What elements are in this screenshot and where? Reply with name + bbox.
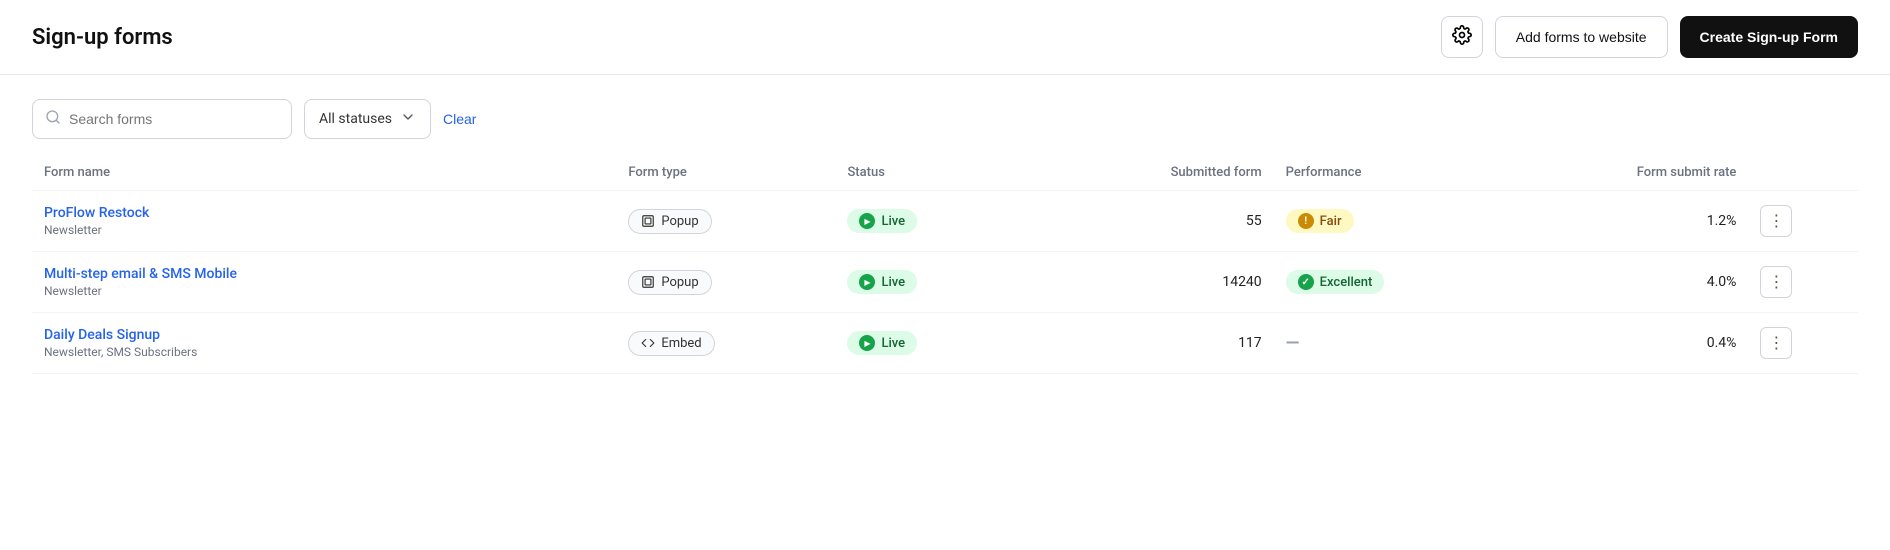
status-cell: ▶ Live bbox=[835, 191, 1036, 252]
table-row: Daily Deals Signup Newsletter, SMS Subsc… bbox=[32, 313, 1858, 374]
performance-cell: ✓Excellent bbox=[1274, 252, 1530, 313]
form-type-cell: Embed bbox=[616, 313, 835, 374]
perf-icon: ! bbox=[1298, 213, 1314, 229]
status-cell: ▶ Live bbox=[835, 252, 1036, 313]
performance-cell: !Fair bbox=[1274, 191, 1530, 252]
col-header-status: Status bbox=[835, 155, 1036, 191]
submitted-cell: 14240 bbox=[1036, 252, 1273, 313]
create-form-button[interactable]: Create Sign-up Form bbox=[1680, 16, 1858, 58]
form-name-cell: Daily Deals Signup Newsletter, SMS Subsc… bbox=[32, 313, 616, 374]
more-options-button[interactable]: ⋮ bbox=[1760, 327, 1792, 359]
perf-icon: ✓ bbox=[1298, 274, 1314, 290]
form-name-link[interactable]: Daily Deals Signup bbox=[44, 327, 160, 343]
status-badge: ▶ Live bbox=[847, 331, 917, 355]
toolbar: All statuses Clear bbox=[0, 75, 1890, 155]
form-sub-label: Newsletter, SMS Subscribers bbox=[44, 345, 604, 359]
submitted-cell: 55 bbox=[1036, 191, 1273, 252]
action-cell: ⋮ bbox=[1748, 191, 1858, 252]
form-name-link[interactable]: Multi-step email & SMS Mobile bbox=[44, 266, 237, 282]
chevron-down-icon bbox=[400, 109, 416, 129]
form-type-badge: Embed bbox=[628, 331, 714, 356]
play-icon: ▶ bbox=[859, 213, 875, 229]
gear-icon bbox=[1452, 25, 1472, 50]
status-select[interactable]: All statuses bbox=[304, 99, 431, 139]
performance-badge: ✓Excellent bbox=[1286, 270, 1385, 294]
more-options-button[interactable]: ⋮ bbox=[1760, 205, 1792, 237]
col-header-performance: Performance bbox=[1274, 155, 1530, 191]
form-name-cell: Multi-step email & SMS Mobile Newsletter bbox=[32, 252, 616, 313]
settings-button[interactable] bbox=[1441, 16, 1483, 58]
submitted-cell: 117 bbox=[1036, 313, 1273, 374]
forms-table-container: Form name Form type Status Submitted for… bbox=[0, 155, 1890, 374]
form-sub-label: Newsletter bbox=[44, 223, 604, 237]
action-cell: ⋮ bbox=[1748, 313, 1858, 374]
add-forms-button[interactable]: Add forms to website bbox=[1495, 16, 1668, 58]
table-row: Multi-step email & SMS Mobile Newsletter… bbox=[32, 252, 1858, 313]
more-options-button[interactable]: ⋮ bbox=[1760, 266, 1792, 298]
col-header-type: Form type bbox=[616, 155, 835, 191]
rate-cell: 0.4% bbox=[1529, 313, 1748, 374]
rate-cell: 4.0% bbox=[1529, 252, 1748, 313]
col-header-name: Form name bbox=[32, 155, 616, 191]
col-header-rate: Form submit rate bbox=[1529, 155, 1748, 191]
search-wrapper bbox=[32, 99, 292, 139]
clear-button[interactable]: Clear bbox=[443, 111, 476, 127]
form-type-cell: Popup bbox=[616, 191, 835, 252]
form-name-link[interactable]: ProFlow Restock bbox=[44, 205, 149, 221]
col-header-submitted: Submitted form bbox=[1036, 155, 1273, 191]
rate-cell: 1.2% bbox=[1529, 191, 1748, 252]
action-cell: ⋮ bbox=[1748, 252, 1858, 313]
forms-table: Form name Form type Status Submitted for… bbox=[32, 155, 1858, 374]
col-header-action bbox=[1748, 155, 1858, 191]
performance-cell: — bbox=[1274, 313, 1530, 374]
status-select-label: All statuses bbox=[319, 111, 392, 127]
form-type-badge: Popup bbox=[628, 209, 711, 234]
form-type-badge: Popup bbox=[628, 270, 711, 295]
form-name-cell: ProFlow Restock Newsletter bbox=[32, 191, 616, 252]
table-row: ProFlow Restock Newsletter Popup ▶ Live … bbox=[32, 191, 1858, 252]
search-icon bbox=[45, 109, 61, 129]
status-badge: ▶ Live bbox=[847, 209, 917, 233]
performance-dash: — bbox=[1286, 333, 1300, 354]
form-sub-label: Newsletter bbox=[44, 284, 604, 298]
search-input[interactable] bbox=[69, 111, 279, 127]
status-badge: ▶ Live bbox=[847, 270, 917, 294]
page-header: Sign-up forms Add forms to website Creat… bbox=[0, 0, 1890, 75]
header-actions: Add forms to website Create Sign-up Form bbox=[1441, 16, 1858, 58]
performance-badge: !Fair bbox=[1286, 209, 1354, 233]
form-type-cell: Popup bbox=[616, 252, 835, 313]
status-cell: ▶ Live bbox=[835, 313, 1036, 374]
table-header-row: Form name Form type Status Submitted for… bbox=[32, 155, 1858, 191]
play-icon: ▶ bbox=[859, 274, 875, 290]
page-title: Sign-up forms bbox=[32, 25, 173, 50]
play-icon: ▶ bbox=[859, 335, 875, 351]
